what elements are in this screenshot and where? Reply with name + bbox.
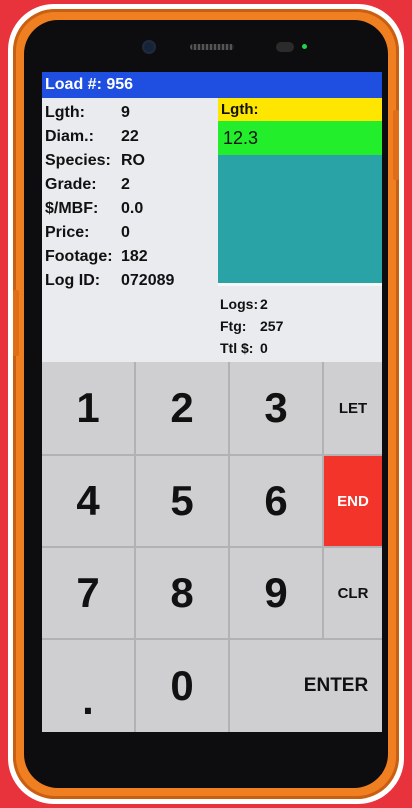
key-8[interactable]: 8 <box>136 548 230 640</box>
load-title: Load #: 956 <box>42 72 382 98</box>
end-button[interactable]: END <box>324 456 382 548</box>
field-label: $/MBF: <box>45 200 99 217</box>
enter-button[interactable]: ENTER <box>230 640 382 732</box>
field-label: Diam.: <box>45 128 94 145</box>
notification-led <box>302 44 307 49</box>
key-7[interactable]: 7 <box>42 548 136 640</box>
input-panel: Lgth: 12.3 <box>218 98 382 286</box>
field-label: Species: <box>45 152 111 169</box>
key-5[interactable]: 5 <box>136 456 230 548</box>
key-6[interactable]: 6 <box>230 456 324 548</box>
field-value: 0.0 <box>121 200 144 217</box>
field-value: 9 <box>121 104 130 121</box>
side-button-right <box>393 110 399 180</box>
summary-label: Ftg: <box>220 318 247 334</box>
bottom-bar <box>42 732 382 774</box>
field-label: Grade: <box>45 176 97 193</box>
summary-value: 2 <box>260 296 268 312</box>
field-footage: Footage: 182 <box>45 246 217 270</box>
input-value-field[interactable]: 12.3 <box>218 121 382 155</box>
field-price: Price: 0 <box>45 222 217 246</box>
field-label: Footage: <box>45 248 113 265</box>
field-log-id: Log ID: 072089 <box>45 270 217 294</box>
key-1[interactable]: 1 <box>42 362 136 456</box>
field-label: Lgth: <box>45 104 85 121</box>
key-9[interactable]: 9 <box>230 548 324 640</box>
field-value: RO <box>121 152 145 169</box>
field-value: 072089 <box>121 272 175 289</box>
clr-button[interactable]: CLR <box>324 548 382 640</box>
summary-value: 0 <box>260 340 268 356</box>
field-value: 22 <box>121 128 139 145</box>
key-0[interactable]: 0 <box>136 640 230 732</box>
summary-logs: Logs: 2 <box>220 296 370 318</box>
app-screen: Load #: 956 Lgth: 9 Diam.: 22 Species: R… <box>42 72 382 732</box>
earpiece-speaker <box>190 44 234 50</box>
summary-total: Ttl $: 0 <box>220 340 370 362</box>
summary-label: Logs: <box>220 296 259 312</box>
let-button[interactable]: LET <box>324 362 382 456</box>
field-value: 0 <box>121 224 130 241</box>
field-price-per-mbf: $/MBF: 0.0 <box>45 198 217 222</box>
field-value: 182 <box>121 248 148 265</box>
log-fields: Lgth: 9 Diam.: 22 Species: RO Grade: 2 $… <box>45 102 217 294</box>
load-summary: Logs: 2 Ftg: 257 Ttl $: 0 <box>220 296 370 362</box>
field-label: Price: <box>45 224 90 241</box>
field-value: 2 <box>121 176 130 193</box>
input-label: Lgth: <box>218 98 382 121</box>
summary-label: Ttl $: <box>220 340 254 356</box>
key-2[interactable]: 2 <box>136 362 230 456</box>
side-button-left <box>13 290 19 356</box>
front-camera-icon <box>144 42 154 52</box>
field-grade: Grade: 2 <box>45 174 217 198</box>
field-label: Log ID: <box>45 272 101 289</box>
summary-footage: Ftg: 257 <box>220 318 370 340</box>
key-4[interactable]: 4 <box>42 456 136 548</box>
proximity-sensor <box>276 42 294 52</box>
decimal-key[interactable]: . <box>42 640 136 732</box>
field-length: Lgth: 9 <box>45 102 217 126</box>
key-3[interactable]: 3 <box>230 362 324 456</box>
display-area <box>218 155 382 283</box>
field-species: Species: RO <box>45 150 217 174</box>
field-diameter: Diam.: 22 <box>45 126 217 150</box>
summary-value: 257 <box>260 318 284 334</box>
keypad: 1 2 3 LET 4 5 6 END 7 8 9 CLR . 0 ENTER <box>42 362 382 732</box>
